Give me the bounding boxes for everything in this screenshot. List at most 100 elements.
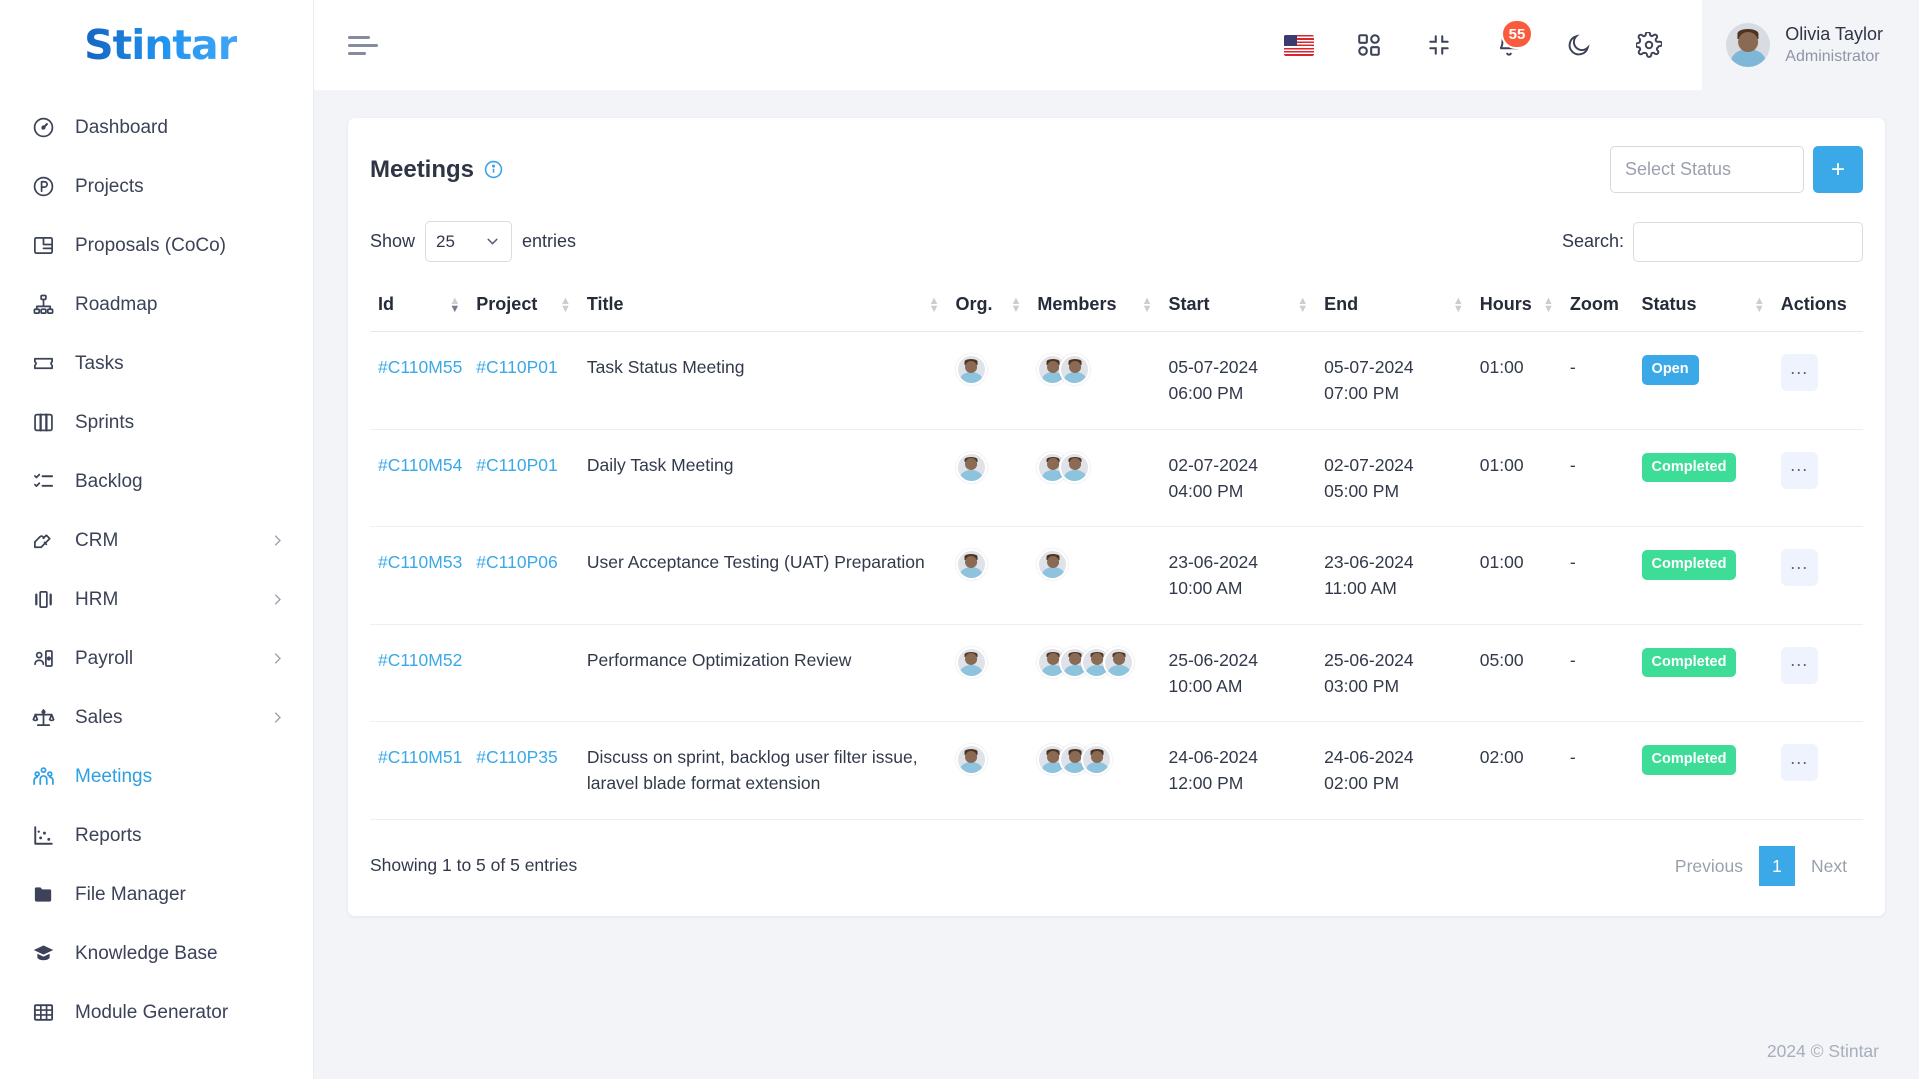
sort-arrows-icon[interactable]: ▲ ▼ — [1132, 295, 1153, 314]
column-header-org[interactable]: Org. ▲ ▼ — [947, 282, 1030, 332]
us-flag-icon[interactable] — [1277, 23, 1321, 67]
end-date: 25-06-2024 — [1324, 649, 1414, 670]
column-header-title[interactable]: Title ▲ ▼ — [578, 282, 948, 332]
sidebar-item-reports[interactable]: Reports — [0, 806, 313, 865]
sort-arrows-icon[interactable]: ▲ ▼ — [439, 295, 460, 314]
sidebar-item-projects[interactable]: Projects — [0, 157, 313, 216]
column-header-project[interactable]: Project ▲ ▼ — [468, 282, 579, 332]
chevron-right-icon[interactable] — [270, 592, 285, 607]
sidebar-item-sprints[interactable]: Sprints — [0, 393, 313, 452]
row-actions-button[interactable]: ... — [1780, 549, 1818, 586]
pagination-previous[interactable]: Previous — [1659, 846, 1759, 886]
sort-arrows-icon[interactable]: ▲ ▼ — [550, 295, 571, 314]
cell-members — [1029, 331, 1161, 430]
search-input[interactable] — [1633, 221, 1863, 262]
column-header-end[interactable]: End ▲ ▼ — [1316, 282, 1472, 332]
sidebar-item-crm[interactable]: CRM — [0, 511, 313, 570]
table-row: #C110M51 #C110P35 Discuss on sprint, backl… — [370, 721, 1863, 820]
sidebar-item-hrm[interactable]: HRM — [0, 570, 313, 629]
moon-icon[interactable] — [1557, 23, 1601, 67]
apps-grid-icon[interactable] — [1347, 23, 1391, 67]
member-avatars — [1037, 646, 1152, 678]
sidebar-item-roadmap[interactable]: Roadmap — [0, 275, 313, 334]
sort-arrows-icon[interactable]: ▲ ▼ — [1001, 295, 1022, 314]
cell-project: #C110P35 — [468, 721, 579, 820]
sidebar-item-file-manager[interactable]: File Manager — [0, 865, 313, 924]
row-actions-button[interactable]: ... — [1780, 744, 1818, 781]
sort-arrows-icon[interactable]: ▲ ▼ — [1533, 295, 1554, 314]
column-header-status[interactable]: Status ▲ ▼ — [1633, 282, 1773, 332]
sidebar: Stintar Dashboard Projects Proposals (CoCo… — [0, 0, 314, 1079]
row-actions-button[interactable]: ... — [1780, 646, 1818, 684]
meeting-id-link[interactable]: #C110M51 — [378, 747, 462, 767]
member-avatar — [955, 354, 987, 385]
sort-arrows-icon[interactable]: ▲ ▼ — [1287, 295, 1308, 314]
row-actions-button[interactable]: ... — [1780, 451, 1818, 489]
bell-icon[interactable]: 55 — [1487, 19, 1534, 67]
cell-members — [1029, 526, 1161, 625]
brand-logo[interactable]: Stintar — [0, 0, 313, 90]
gear-icon[interactable] — [1627, 23, 1671, 67]
meeting-id-link[interactable]: #C110M54 — [378, 455, 462, 475]
status-badge: Completed — [1641, 452, 1737, 483]
project-id-link[interactable]: #C110P06 — [476, 552, 557, 572]
cell-status: Open — [1633, 331, 1773, 430]
sidebar-item-tasks[interactable]: Tasks — [0, 334, 313, 393]
user-profile-menu[interactable]: Olivia Taylor Administrator — [1702, 0, 1919, 90]
row-actions-button[interactable]: ... — [1780, 354, 1818, 391]
hamburger-icon[interactable] — [348, 31, 378, 60]
sidebar-item-label: Sprints — [75, 411, 135, 433]
meeting-id-link[interactable]: #C110M53 — [378, 552, 462, 572]
compress-icon[interactable] — [1417, 23, 1461, 67]
project-id-link[interactable]: #C110P01 — [476, 357, 557, 377]
sidebar-item-dashboard[interactable]: Dashboard — [0, 98, 313, 157]
sort-arrows-icon[interactable]: ▲ ▼ — [1443, 295, 1464, 314]
sort-arrows-icon[interactable]: ▲ ▼ — [919, 295, 940, 314]
sidebar-item-label: Module Generator — [75, 1001, 229, 1023]
meetings-card: Meetings Select Status + Show 25 entries… — [348, 118, 1885, 916]
member-avatar — [1103, 646, 1135, 678]
entries-per-page-select[interactable]: 25 — [425, 221, 513, 262]
column-header-start[interactable]: Start ▲ ▼ — [1160, 282, 1317, 332]
sidebar-item-meetings[interactable]: Meetings — [0, 747, 313, 806]
sidebar-item-module-generator[interactable]: Module Generator — [0, 983, 313, 1042]
sidebar-item-label: CRM — [75, 529, 119, 551]
sidebar-item-payroll[interactable]: Payroll — [0, 629, 313, 688]
column-header-id[interactable]: Id ▲ ▼ — [370, 282, 469, 332]
chevron-right-icon[interactable] — [270, 710, 285, 725]
sidebar-item-label: Dashboard — [75, 116, 168, 138]
cell-zoom: - — [1561, 429, 1634, 527]
info-circle-icon[interactable] — [484, 160, 503, 179]
pagination-page-1[interactable]: 1 — [1759, 845, 1796, 886]
start-time: 10:00 AM — [1168, 578, 1243, 599]
start-date: 24-06-2024 — [1168, 747, 1259, 767]
add-meeting-button[interactable]: + — [1813, 146, 1863, 193]
brand-name: Stintar — [84, 21, 238, 69]
chevron-right-icon[interactable] — [270, 533, 285, 548]
chevron-right-icon[interactable] — [270, 651, 285, 666]
column-header-members[interactable]: Members ▲ ▼ — [1029, 282, 1161, 332]
sidebar-item-proposals-coco[interactable]: Proposals (CoCo) — [0, 216, 313, 275]
sort-arrows-icon[interactable]: ▲ ▼ — [1744, 295, 1765, 314]
sidebar-item-backlog[interactable]: Backlog — [0, 452, 313, 511]
meeting-id-link[interactable]: #C110M52 — [378, 650, 462, 670]
start-date: 25-06-2024 — [1168, 649, 1259, 670]
select-status-dropdown[interactable]: Select Status — [1610, 146, 1804, 193]
sidebar-item-knowledge-base[interactable]: Knowledge Base — [0, 924, 313, 983]
flag-graphic — [1284, 34, 1315, 56]
member-avatars — [1037, 451, 1152, 483]
sidebar-item-sales[interactable]: Sales — [0, 688, 313, 747]
table-body: #C110M55 #C110P01 Task Status Meeting 05-07… — [370, 331, 1863, 820]
cell-org — [947, 429, 1030, 527]
cell-project — [468, 624, 579, 722]
project-id-link[interactable]: #C110P35 — [476, 747, 557, 767]
column-header-label: Project — [476, 294, 538, 314]
pagination-next[interactable]: Next — [1795, 846, 1863, 886]
cell-actions: ... — [1772, 331, 1863, 430]
cell-hours: 02:00 — [1471, 721, 1562, 820]
meeting-id-link[interactable]: #C110M55 — [378, 357, 462, 377]
sidebar-item-label: Knowledge Base — [75, 942, 218, 964]
org-avatars — [955, 451, 1022, 483]
project-id-link[interactable]: #C110P01 — [476, 455, 557, 475]
column-header-hours[interactable]: Hours ▲ ▼ — [1471, 282, 1562, 332]
